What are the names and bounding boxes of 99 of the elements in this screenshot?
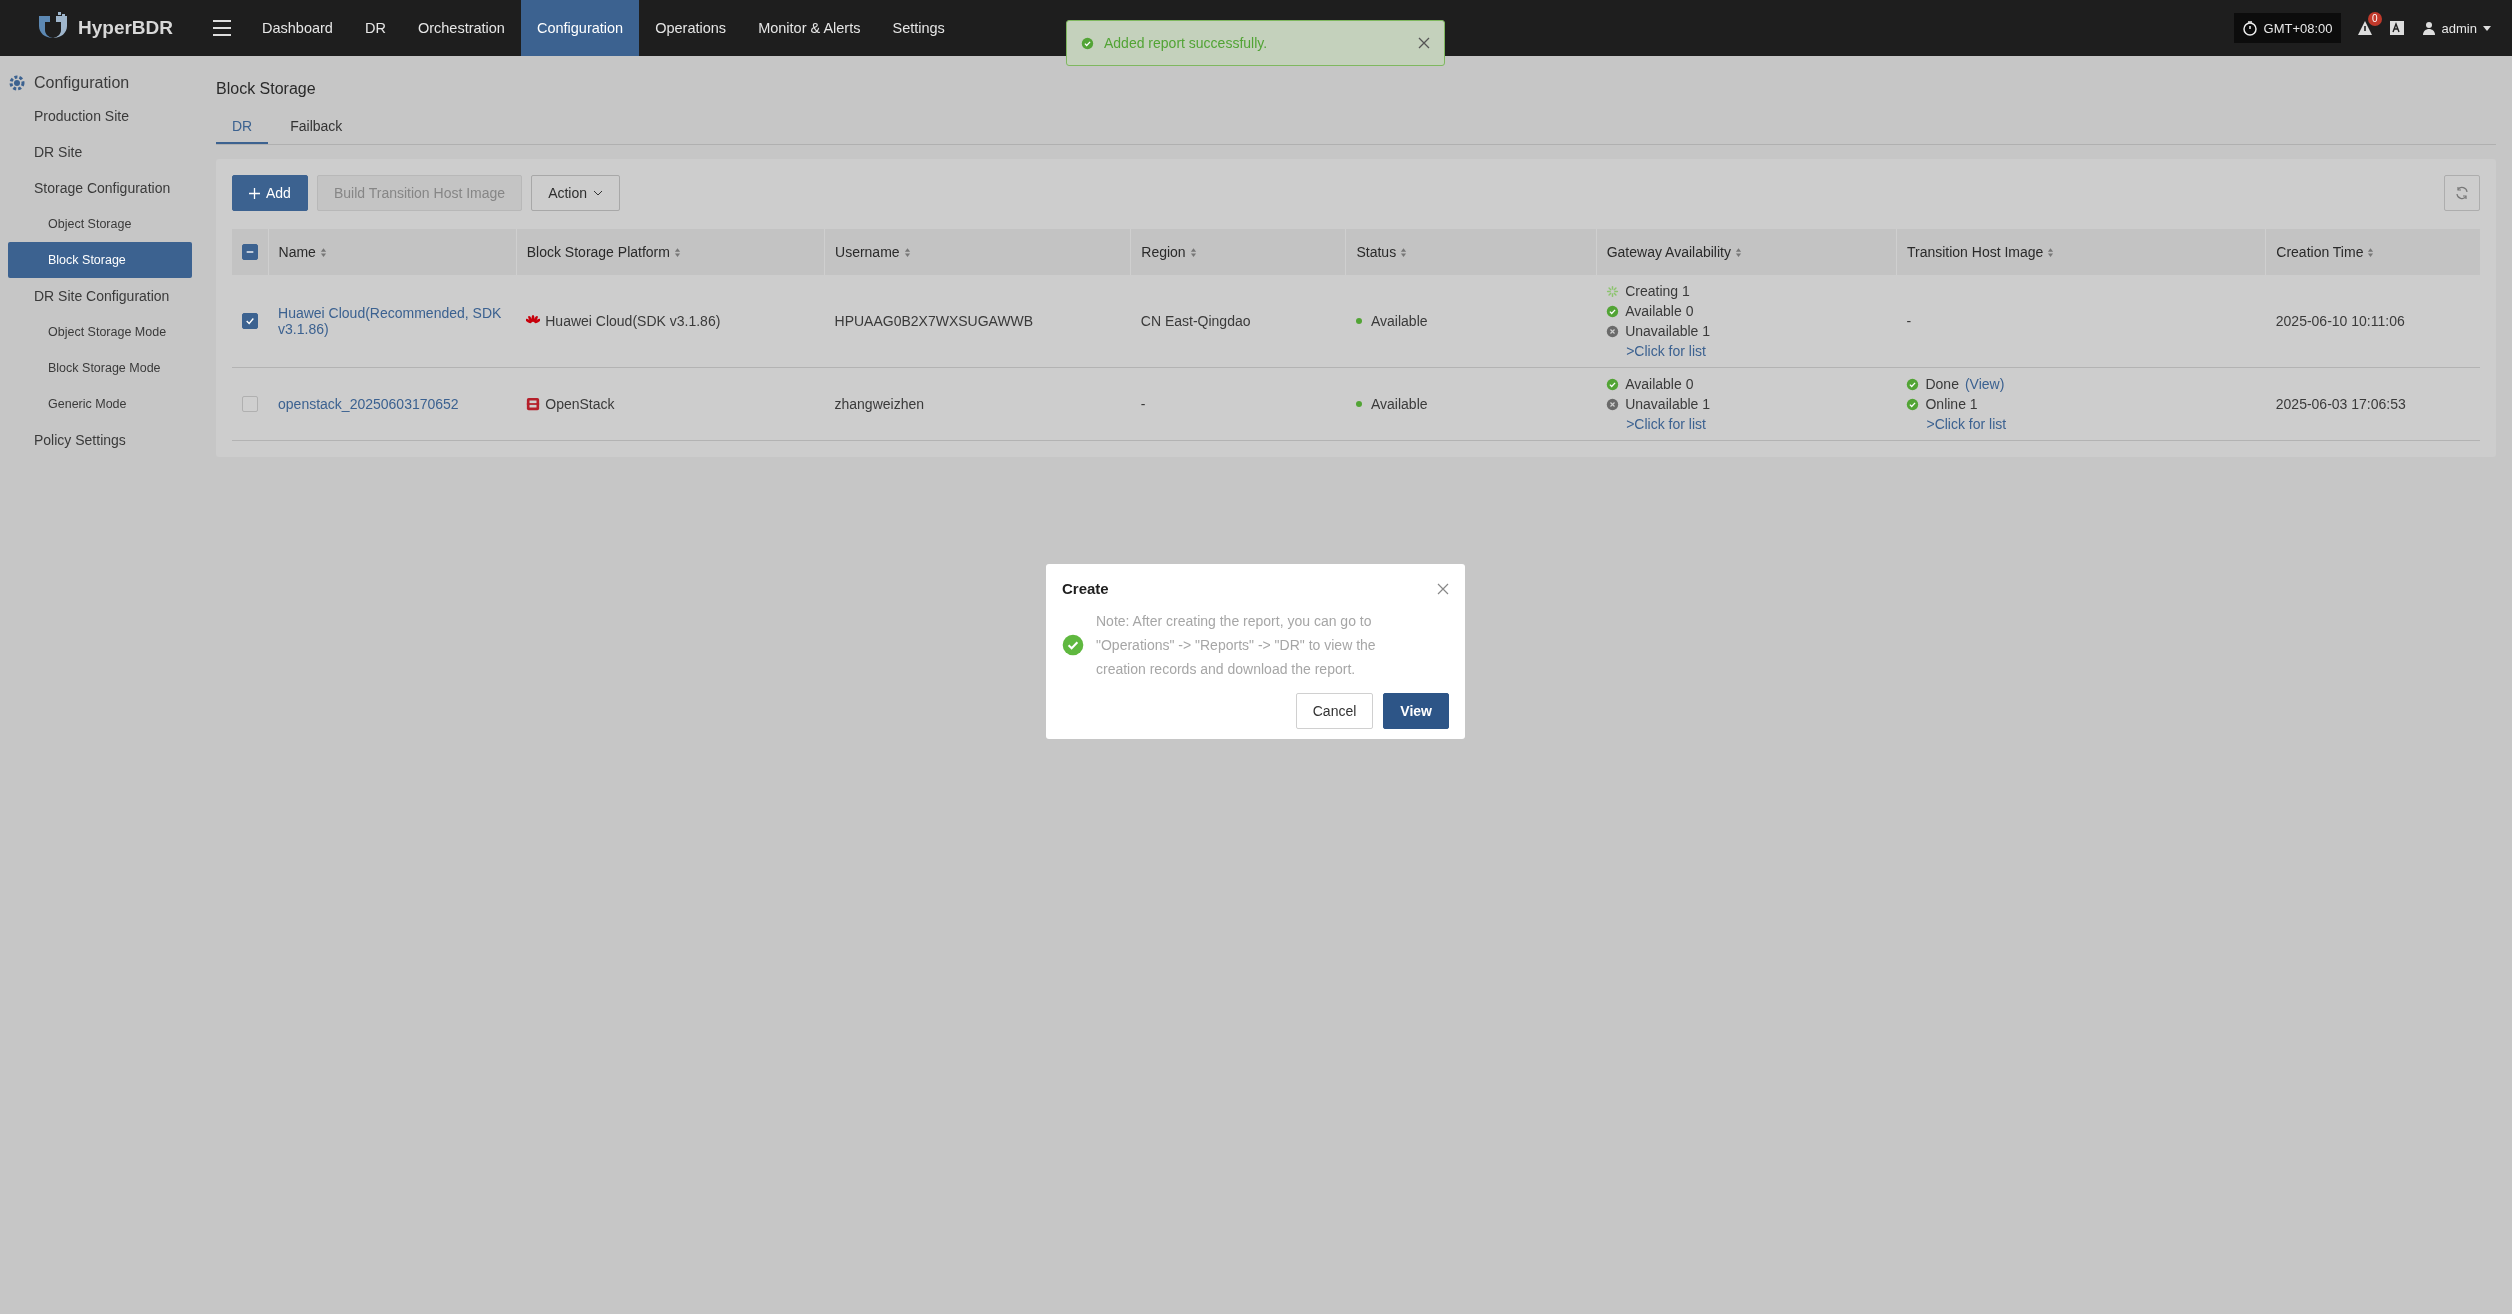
nav-tab[interactable]: Orchestration — [401, 0, 521, 56]
column-header: Region — [1141, 244, 1186, 260]
table-cell: Huawei Cloud(SDK v3.1.86) — [545, 313, 721, 329]
sort-icon[interactable] — [319, 246, 327, 258]
dialog-button[interactable]: Cancel — [1295, 693, 1374, 729]
tab[interactable]: DR — [216, 112, 269, 144]
caret-icon — [593, 190, 604, 196]
check-circle-icon — [1081, 36, 1094, 50]
list-link[interactable]: >Click for list — [1906, 416, 2256, 432]
nav-tab[interactable]: Monitor & Alerts — [742, 0, 877, 56]
sidebar-item[interactable]: DR Site — [0, 134, 206, 170]
sidebar-item[interactable]: Object Storage Mode — [8, 314, 192, 350]
alert-icon[interactable] — [2356, 20, 2373, 36]
list-link[interactable]: >Click for list — [1606, 416, 1887, 432]
status-text: Available 0 — [1625, 303, 1694, 319]
tab[interactable]: Failback — [274, 112, 359, 144]
check-icon — [245, 316, 255, 326]
check-circle-icon — [1906, 397, 1920, 411]
check-circle-icon — [1606, 304, 1620, 318]
translate-icon[interactable] — [2388, 20, 2405, 36]
refresh-button[interactable] — [2444, 175, 2480, 211]
nav-tab[interactable]: Operations — [639, 0, 743, 56]
caret-icon — [2482, 24, 2492, 32]
sort-icon[interactable] — [2047, 246, 2055, 258]
gear-icon — [8, 74, 26, 92]
user-menu[interactable]: admin — [2420, 20, 2492, 36]
spinner-icon — [1606, 284, 1620, 298]
status-text: Available — [1370, 396, 1428, 412]
view-link[interactable]: (View) — [1964, 376, 2005, 392]
nav-tab[interactable]: Dashboard — [246, 0, 349, 56]
sort-icon[interactable] — [903, 246, 911, 258]
error-circle-icon — [1606, 397, 1620, 411]
nav-tab[interactable]: Settings — [876, 0, 961, 56]
check-circle-icon — [1606, 377, 1620, 391]
plus-icon — [249, 187, 260, 199]
table-cell: zhangweizhen — [834, 396, 925, 412]
table-cell: HPUAAG0B2X7WXSUGAWWB — [834, 313, 1034, 329]
sidebar-item[interactable]: Block Storage Mode — [8, 350, 192, 386]
table-cell: 2025-06-03 17:06:53 — [2275, 396, 2406, 412]
table-cell: 2025-06-10 10:11:06 — [2275, 313, 2405, 329]
status-text: Creating 1 — [1625, 283, 1690, 299]
sort-icon[interactable] — [673, 246, 681, 258]
name-link[interactable]: openstack_20250603170652 — [278, 396, 507, 412]
toolbar-button[interactable]: Add — [232, 175, 308, 211]
sidebar-item[interactable]: Block Storage — [8, 242, 192, 278]
timezone-button[interactable]: GMT+08:00 — [2233, 13, 2341, 43]
column-header: Gateway Availability — [1606, 244, 1731, 260]
column-header: Status — [1356, 244, 1397, 260]
notification-badge: 0 — [2368, 12, 2382, 26]
nav-tab[interactable]: Configuration — [520, 0, 640, 56]
check-circle-icon — [1906, 377, 1920, 391]
close-icon[interactable] — [1437, 582, 1449, 595]
square-logo-icon — [526, 397, 541, 411]
sidebar-item[interactable]: Production Site — [0, 98, 206, 134]
name-link[interactable]: Huawei Cloud(Recommended, SDK v3.1.86) — [278, 305, 507, 337]
column-header: Name — [278, 244, 316, 260]
status-text: Available 0 — [1625, 376, 1694, 392]
status-text: Online 1 — [1925, 396, 1978, 412]
check-circle-icon — [1062, 634, 1084, 656]
status-text: Unavailable 1 — [1625, 396, 1711, 412]
status-text: Unavailable 1 — [1625, 323, 1711, 339]
sidebar-title: Configuration — [34, 74, 130, 92]
list-link[interactable]: >Click for list — [1606, 343, 1887, 359]
dialog-message: Note: After creating the report, you can go to "Operations" -> "Reports" -> "DR" to view the creation records and download the report. — [1096, 612, 1377, 679]
timer-icon — [2241, 20, 2258, 36]
checkbox[interactable] — [242, 313, 258, 329]
table-cell: OpenStack — [545, 396, 615, 412]
status-text: Done — [1925, 376, 1959, 392]
sort-icon[interactable] — [1734, 246, 1742, 258]
checkbox[interactable] — [242, 396, 258, 412]
user-icon — [2420, 20, 2437, 36]
menu-icon[interactable] — [212, 19, 232, 37]
sort-icon[interactable] — [2367, 246, 2375, 258]
refresh-icon — [2455, 186, 2469, 200]
sort-icon[interactable] — [1189, 246, 1197, 258]
sidebar-item[interactable]: Storage Configuration — [0, 170, 206, 206]
toast-message: Added report successfully. — [1104, 35, 1268, 51]
sidebar-item[interactable]: Policy Settings — [0, 422, 206, 458]
dialog-title: Create — [1062, 580, 1109, 597]
sidebar-item[interactable]: Generic Mode — [8, 386, 192, 422]
column-header: Username — [835, 244, 900, 260]
sidebar-item[interactable]: Object Storage — [8, 206, 192, 242]
sort-icon[interactable] — [1400, 246, 1408, 258]
sidebar-item[interactable]: DR Site Configuration — [0, 278, 206, 314]
column-header: Transition Host Image — [1906, 244, 2044, 260]
table-cell: - — [1140, 396, 1146, 412]
checkbox[interactable] — [242, 244, 258, 260]
dropdown-button[interactable]: Action — [531, 175, 621, 211]
status-text: Available — [1370, 313, 1428, 329]
app-name: HyperBDR — [78, 17, 174, 39]
nav-tab[interactable]: DR — [348, 0, 402, 56]
error-circle-icon — [1606, 324, 1620, 338]
close-icon[interactable] — [1418, 37, 1430, 49]
dialog-button[interactable]: View — [1383, 693, 1449, 729]
page-title: Block Storage — [216, 80, 317, 98]
column-header: Creation Time — [2276, 244, 2364, 260]
table-cell: CN East-Qingdao — [1140, 313, 1251, 329]
table-cell: - — [1906, 313, 1912, 329]
column-header: Block Storage Platform — [526, 244, 670, 260]
